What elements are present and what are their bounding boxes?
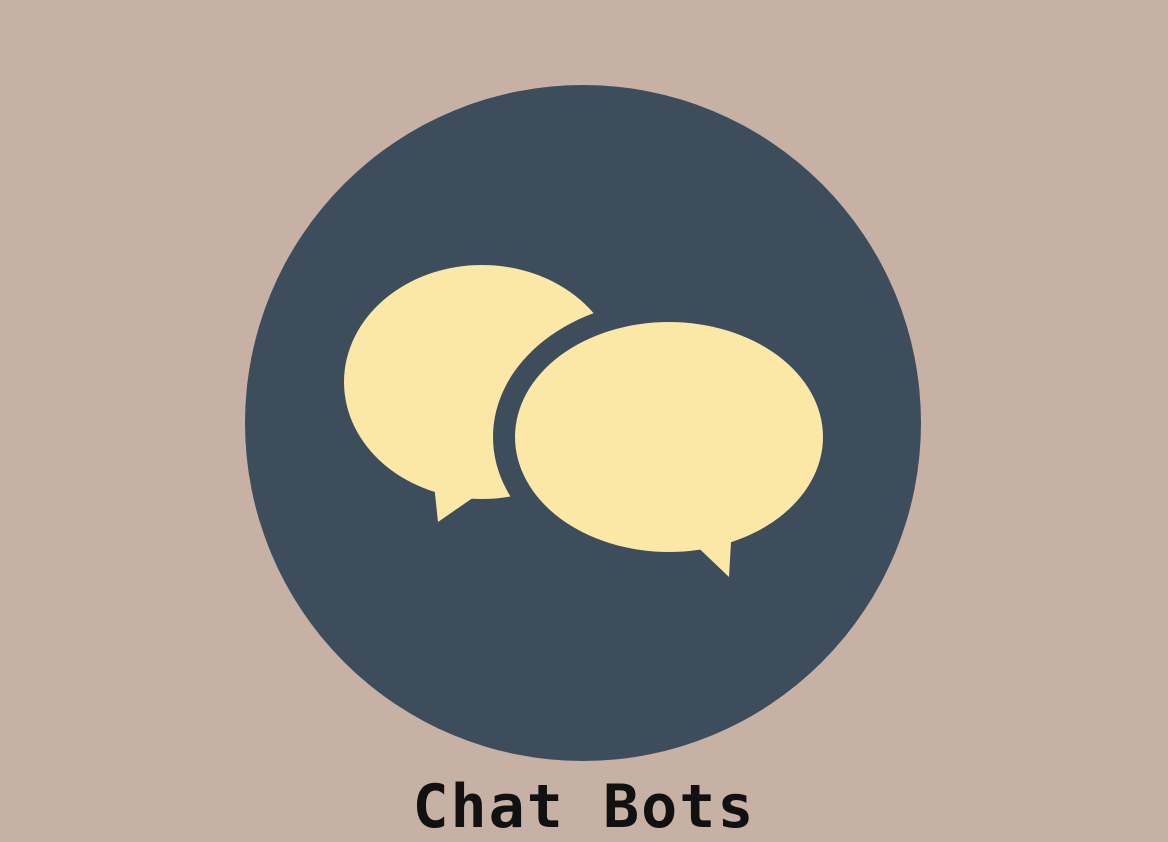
app-icon[interactable] (245, 85, 921, 761)
chat-bubbles-icon (344, 265, 845, 577)
app-label: Chat Bots (412, 772, 756, 842)
